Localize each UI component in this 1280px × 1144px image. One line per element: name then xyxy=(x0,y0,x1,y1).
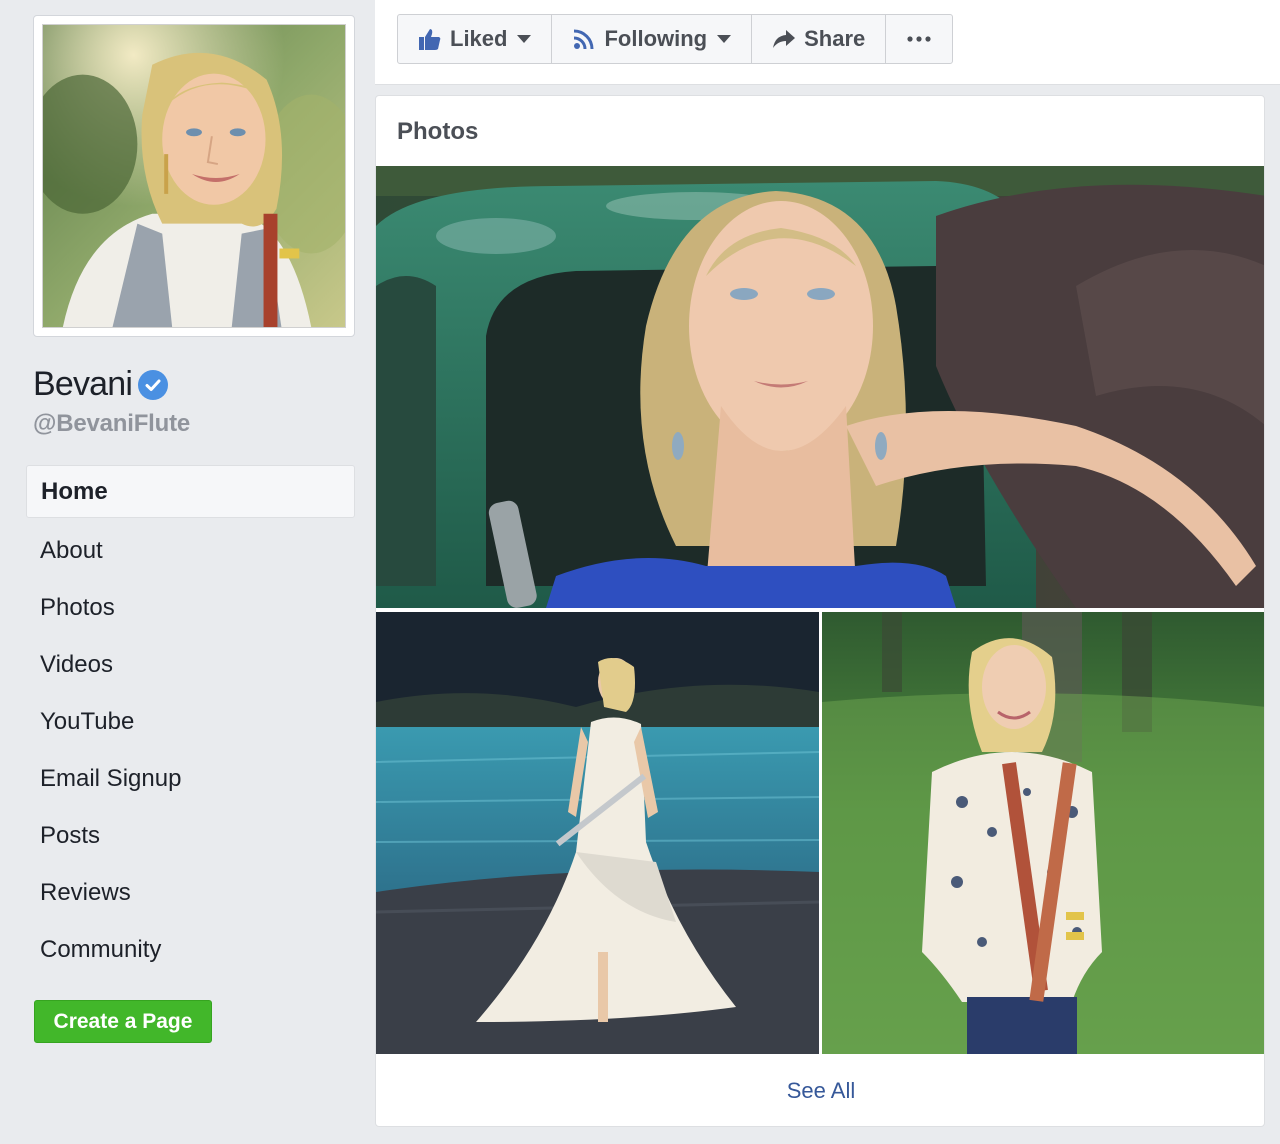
see-all-link[interactable]: See All xyxy=(376,1054,1264,1126)
verified-badge-icon xyxy=(138,370,169,400)
following-button[interactable]: Following xyxy=(552,15,753,63)
photo-thumbnail[interactable] xyxy=(376,612,819,1054)
share-button[interactable]: Share xyxy=(752,15,887,63)
nav-item-home[interactable]: Home xyxy=(26,465,355,518)
photo-thumbnail[interactable] xyxy=(822,612,1265,1054)
profile-photo[interactable] xyxy=(42,24,346,328)
left-column: Bevani @BevaniFlute Home About Photos Vi… xyxy=(0,0,375,1144)
page-handle[interactable]: @BevaniFlute xyxy=(33,410,190,438)
create-page-button[interactable]: Create a Page xyxy=(34,1000,212,1043)
nav-item-community[interactable]: Community xyxy=(26,921,355,978)
liked-label: Liked xyxy=(450,26,508,51)
following-label: Following xyxy=(604,26,708,51)
thumbs-up-icon xyxy=(419,29,441,50)
nav-item-photos[interactable]: Photos xyxy=(26,579,355,636)
chevron-down-icon xyxy=(717,35,732,43)
profile-picture-frame[interactable] xyxy=(33,15,355,337)
liked-button[interactable]: Liked xyxy=(398,15,553,63)
page-action-bar: Liked Following Share xyxy=(375,0,1280,85)
photos-heading[interactable]: Photos xyxy=(397,118,478,146)
action-button-group: Liked Following Share xyxy=(397,14,954,64)
rss-icon xyxy=(574,29,594,50)
nav-item-email-signup[interactable]: Email Signup xyxy=(26,750,355,807)
more-options-button[interactable] xyxy=(886,15,952,63)
nav-item-videos[interactable]: Videos xyxy=(26,636,355,693)
nav-item-about[interactable]: About xyxy=(26,522,355,579)
chevron-down-icon xyxy=(517,35,532,43)
nav-item-reviews[interactable]: Reviews xyxy=(26,864,355,921)
page-name[interactable]: Bevani xyxy=(33,365,133,404)
photo-thumbnail[interactable] xyxy=(376,166,1265,608)
nav-item-youtube[interactable]: YouTube xyxy=(26,693,355,750)
share-label: Share xyxy=(804,26,866,51)
page-nav: Home About Photos Videos YouTube Email S… xyxy=(26,465,355,978)
photos-card: Photos See All xyxy=(375,95,1265,1127)
more-dots-icon xyxy=(907,36,931,42)
nav-item-posts[interactable]: Posts xyxy=(26,807,355,864)
page-name-row: Bevani xyxy=(33,364,169,404)
share-arrow-icon xyxy=(773,30,796,48)
